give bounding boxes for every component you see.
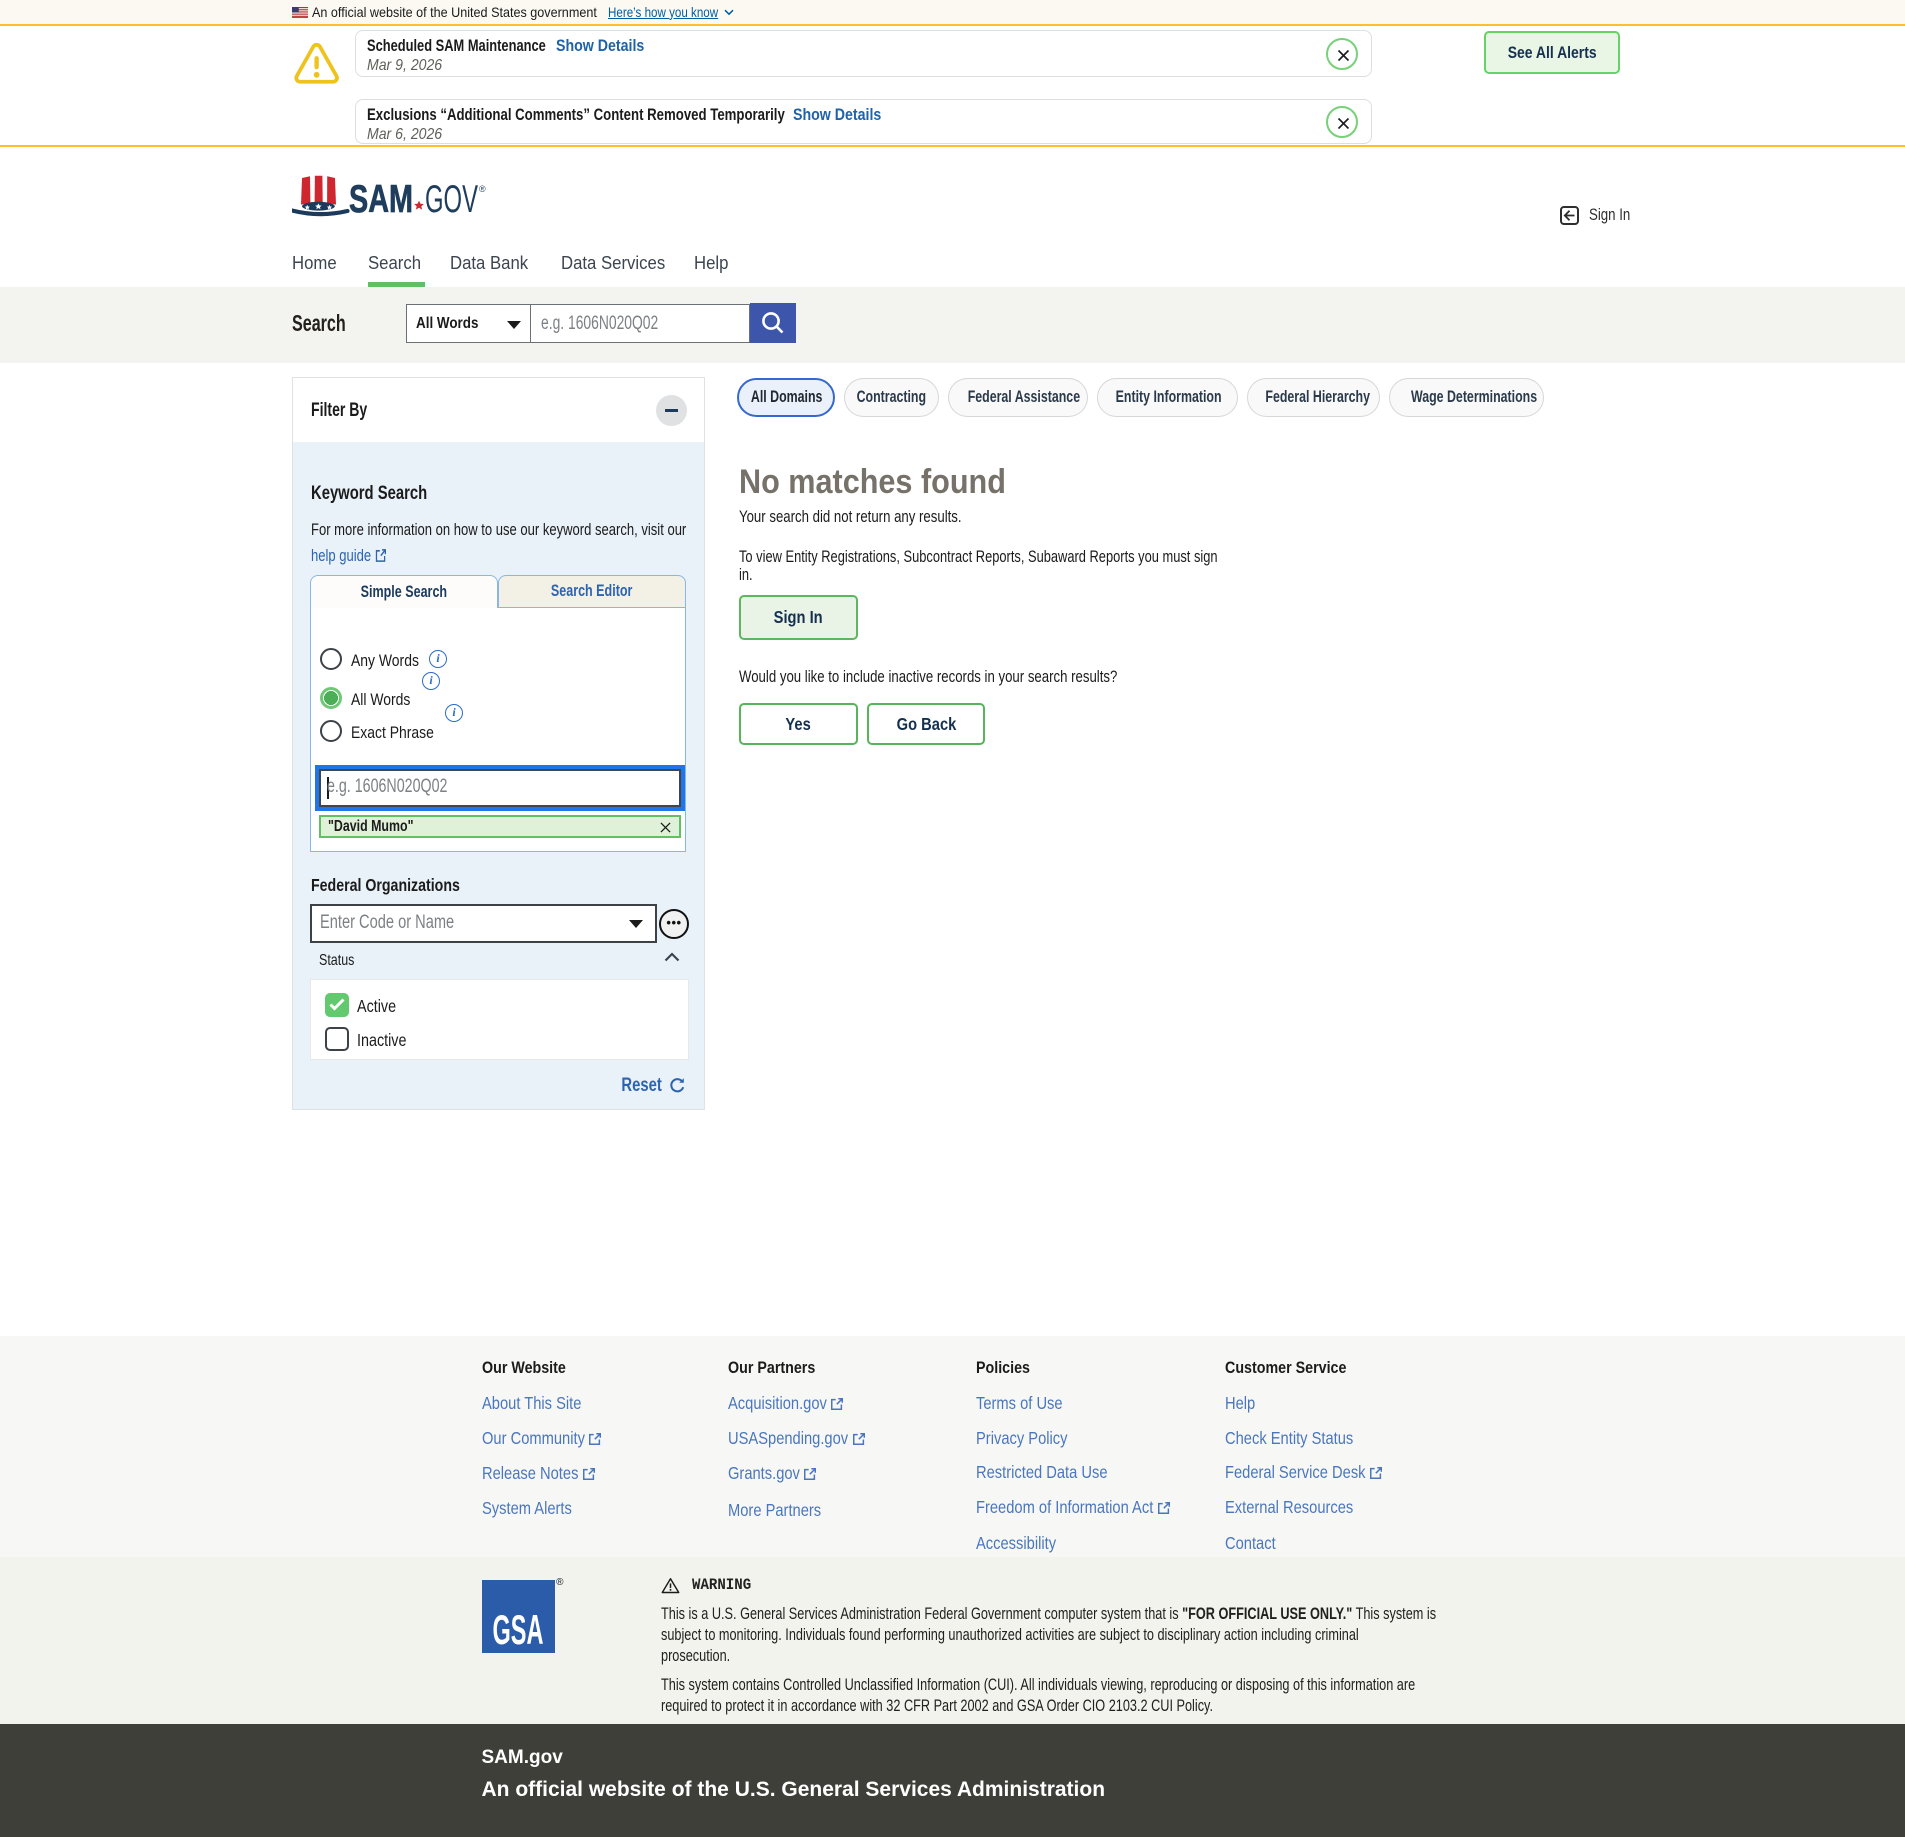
svg-text:GOV: GOV [425,178,478,221]
svg-text:SAM: SAM [349,178,413,221]
svg-text:®: ® [479,184,486,194]
